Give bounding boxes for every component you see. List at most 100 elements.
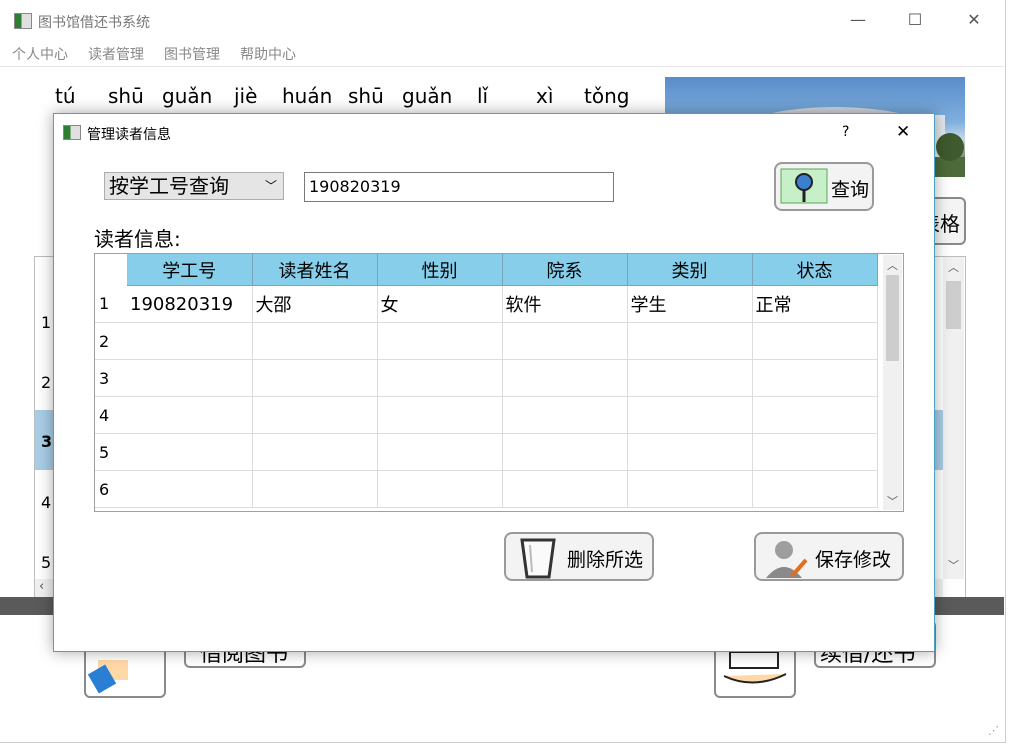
table-cell[interactable] <box>252 322 378 360</box>
table-corner <box>95 254 127 286</box>
row-number[interactable]: 4 <box>95 396 127 434</box>
dialog-close-icon[interactable]: ✕ <box>896 122 910 142</box>
table-cell[interactable] <box>377 396 503 434</box>
menu-book-management[interactable]: 图书管理 <box>164 44 220 64</box>
query-button-label: 查询 <box>831 179 870 201</box>
table-cell[interactable] <box>502 322 628 360</box>
table-row[interactable]: 3 <box>95 359 878 397</box>
dialog-icon <box>63 125 81 140</box>
table-cell[interactable]: 正常 <box>752 285 878 323</box>
menu-personal-center[interactable]: 个人中心 <box>12 44 68 64</box>
row-number[interactable]: 1 <box>95 285 127 323</box>
table-cell[interactable] <box>377 322 503 360</box>
table-cell[interactable] <box>127 322 253 360</box>
scroll-left-icon[interactable]: ‹ <box>39 579 44 594</box>
row-number[interactable]: 3 <box>95 359 127 397</box>
table-row[interactable]: 4 <box>95 396 878 434</box>
table-cell[interactable] <box>252 359 378 397</box>
pinyin-9: xì <box>536 84 554 108</box>
bg-row-number: 3 <box>41 432 53 451</box>
minimize-icon[interactable]: — <box>843 10 873 29</box>
column-header-name[interactable]: 读者姓名 <box>252 254 378 286</box>
query-button[interactable]: 查询 <box>774 162 874 211</box>
table-cell[interactable] <box>127 359 253 397</box>
chevron-down-icon: ﹀ <box>264 179 277 193</box>
table-cell[interactable]: 学生 <box>627 285 753 323</box>
table-cell[interactable] <box>752 433 878 471</box>
resize-grip-icon[interactable]: ⋰ <box>988 724 999 737</box>
pinyin-6: shū <box>348 84 384 108</box>
search-mode-value: 按学工号查询 <box>109 174 229 198</box>
row-number[interactable]: 6 <box>95 470 127 508</box>
column-header-id[interactable]: 学工号 <box>127 254 253 286</box>
pinyin-10: tǒng <box>584 84 630 108</box>
column-header-gender[interactable]: 性别 <box>377 254 503 286</box>
table-cell[interactable] <box>627 359 753 397</box>
maximize-icon[interactable]: ☐ <box>900 10 930 29</box>
table-cell[interactable] <box>377 470 503 508</box>
table-cell[interactable] <box>627 470 753 508</box>
table-cell[interactable] <box>252 396 378 434</box>
table-cell[interactable] <box>377 359 503 397</box>
scrollbar-thumb[interactable] <box>886 275 899 361</box>
help-icon[interactable]: ? <box>842 124 849 140</box>
row-number[interactable]: 2 <box>95 322 127 360</box>
table-cell[interactable] <box>627 396 753 434</box>
reader-table: 学工号 读者姓名 性别 院系 类别 状态 1 190820319 大邵 女 软件… <box>94 253 904 512</box>
table-header-row: 学工号 读者姓名 性别 院系 类别 状态 <box>95 254 878 286</box>
table-row[interactable]: 2 <box>95 322 878 360</box>
save-changes-label: 保存修改 <box>815 549 892 571</box>
table-cell[interactable]: 190820319 <box>127 285 253 323</box>
scroll-down-icon[interactable]: ﹀ <box>883 493 902 509</box>
delete-selected-button[interactable]: 删除所选 <box>504 532 654 581</box>
app-icon <box>14 13 32 29</box>
column-header-category[interactable]: 类别 <box>627 254 753 286</box>
pinyin-8: lǐ <box>477 84 489 108</box>
menu-help-center[interactable]: 帮助中心 <box>240 44 296 64</box>
search-input[interactable]: 190820319 <box>304 172 614 202</box>
table-cell[interactable] <box>377 433 503 471</box>
trash-can-icon <box>520 538 556 579</box>
menu-reader-management[interactable]: 读者管理 <box>88 44 144 64</box>
bg-vertical-scrollbar[interactable]: ︿ ﹀ <box>943 257 964 579</box>
table-cell[interactable] <box>127 433 253 471</box>
table-cell[interactable] <box>127 396 253 434</box>
table-cell[interactable]: 软件 <box>502 285 628 323</box>
table-cell[interactable]: 女 <box>377 285 503 323</box>
column-header-status[interactable]: 状态 <box>752 254 878 286</box>
table-cell[interactable] <box>627 322 753 360</box>
table-cell[interactable] <box>627 433 753 471</box>
scroll-up-icon[interactable]: ︿ <box>883 257 902 273</box>
table-cell[interactable] <box>252 470 378 508</box>
table-row[interactable]: 1 190820319 大邵 女 软件 学生 正常 <box>95 285 878 323</box>
table-cell[interactable] <box>502 433 628 471</box>
scroll-down-icon[interactable]: ﹀ <box>943 557 964 573</box>
dialog-title: 管理读者信息 <box>87 127 171 143</box>
table-row[interactable]: 5 <box>95 433 878 471</box>
table-vertical-scrollbar[interactable]: ︿ ﹀ <box>883 255 902 510</box>
save-changes-button[interactable]: 保存修改 <box>754 532 904 581</box>
delete-selected-label: 删除所选 <box>567 549 644 571</box>
table-cell[interactable] <box>752 359 878 397</box>
window-title: 图书馆借还书系统 <box>38 15 150 31</box>
table-cell[interactable] <box>127 470 253 508</box>
table-cell[interactable] <box>502 396 628 434</box>
pinyin-4: jiè <box>234 84 258 108</box>
scroll-up-icon[interactable]: ︿ <box>943 259 964 275</box>
table-cell[interactable] <box>752 396 878 434</box>
reader-info-label: 读者信息: <box>94 227 181 251</box>
bg-row-number: 2 <box>41 373 52 392</box>
table-cell[interactable] <box>502 359 628 397</box>
column-header-department[interactable]: 院系 <box>502 254 628 286</box>
bg-row-number: 4 <box>41 493 52 512</box>
search-mode-select[interactable]: 按学工号查询 ﹀ <box>104 172 284 200</box>
row-number[interactable]: 5 <box>95 433 127 471</box>
close-icon[interactable]: ✕ <box>959 10 989 29</box>
table-cell[interactable] <box>752 322 878 360</box>
table-row[interactable]: 6 <box>95 470 878 508</box>
pinyin-3: guǎn <box>162 84 213 108</box>
table-cell[interactable]: 大邵 <box>252 285 378 323</box>
table-cell[interactable] <box>502 470 628 508</box>
table-cell[interactable] <box>752 470 878 508</box>
table-cell[interactable] <box>252 433 378 471</box>
